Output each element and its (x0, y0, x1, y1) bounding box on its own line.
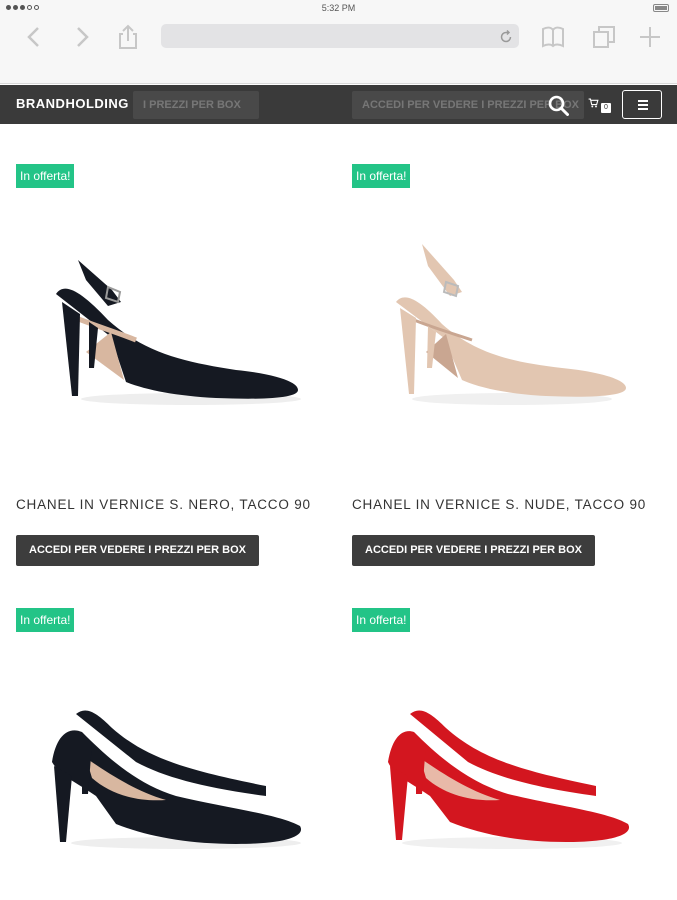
status-time: 5:32 PM (321, 3, 356, 13)
product-image[interactable] (352, 666, 657, 866)
offer-badge: In offerta! (16, 608, 75, 632)
product-name[interactable]: CHANEL IN VERNICE S. NERO, TACCO 90 (16, 497, 311, 512)
back-icon[interactable] (22, 24, 48, 50)
login-to-view-prices-button[interactable]: ACCEDI PER VEDERE I PREZZI PER BOX (16, 535, 259, 566)
offer-badge: In offerta! (16, 164, 75, 188)
reload-icon[interactable] (499, 29, 513, 43)
offer-badge: In offerta! (352, 608, 411, 632)
brand-logo[interactable]: BRANDHOLDING (16, 96, 129, 111)
product-image[interactable] (352, 222, 657, 422)
forward-icon[interactable] (68, 24, 94, 50)
battery-icon (653, 4, 669, 12)
new-tab-icon[interactable] (637, 24, 663, 50)
site-header: I PREZZI PER BOX ACCEDI PER VEDERE I PRE… (0, 85, 677, 124)
login-to-view-prices-button[interactable]: ACCEDI PER VEDERE I PREZZI PER BOX (352, 535, 595, 566)
cart-count-badge: 0 (601, 103, 611, 113)
cart-icon[interactable]: 0 (588, 96, 614, 116)
bookmarks-icon[interactable] (540, 24, 566, 50)
offer-badge: In offerta! (352, 164, 411, 188)
product-name[interactable]: CHANEL IN VERNICE S. NUDE, TACCO 90 (352, 497, 646, 512)
status-bar: 5:32 PM (0, 0, 677, 16)
product-image[interactable] (16, 666, 321, 866)
product-image[interactable] (16, 222, 321, 422)
address-bar[interactable] (161, 24, 519, 48)
tabs-icon[interactable] (591, 24, 617, 50)
menu-icon[interactable] (622, 90, 662, 119)
header-ghost-text: I PREZZI PER BOX (133, 91, 259, 119)
share-icon[interactable] (115, 24, 141, 50)
search-icon[interactable] (548, 95, 569, 116)
browser-toolbar (0, 16, 677, 84)
